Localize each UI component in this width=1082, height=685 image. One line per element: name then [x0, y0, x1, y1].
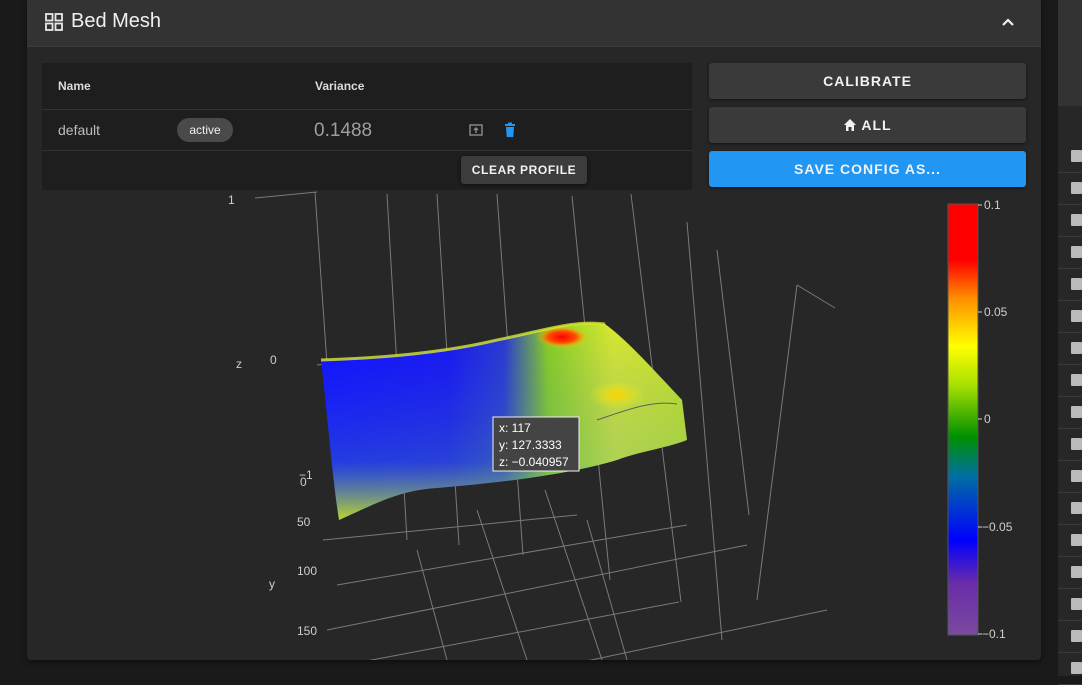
file-row[interactable] — [1058, 397, 1082, 429]
file-row[interactable] — [1058, 461, 1082, 493]
file-icon — [1071, 406, 1082, 418]
file-row[interactable] — [1058, 557, 1082, 589]
column-header-variance: Variance — [315, 79, 365, 93]
mesh-profile-table: Name Variance default active 0.1488 CLEA… — [42, 63, 692, 190]
file-icon — [1071, 438, 1082, 450]
colorbar-tick-label: 0.05 — [984, 305, 1008, 319]
file-icon — [1071, 182, 1082, 194]
file-icon — [1071, 342, 1082, 354]
y-tick-label: 150 — [297, 624, 317, 638]
colorbar-tick-label: 0.1 — [984, 198, 1001, 212]
y-tick-label: 100 — [297, 564, 317, 578]
card-header: Bed Mesh — [27, 0, 1041, 47]
file-icon — [1071, 278, 1082, 290]
clear-profile-button[interactable]: CLEAR PROFILE — [461, 156, 587, 184]
file-row[interactable] — [1058, 365, 1082, 397]
chevron-up-icon[interactable] — [997, 11, 1019, 33]
calibrate-label: CALIBRATE — [823, 73, 912, 89]
tooltip-y: y: 127.3333 — [499, 438, 562, 452]
file-icon — [1071, 534, 1082, 546]
y-axis-label: y — [269, 577, 275, 591]
file-browser-panel — [1058, 0, 1082, 685]
status-badge: active — [177, 118, 233, 142]
file-row[interactable] — [1058, 333, 1082, 365]
y-tick-label: 50 — [297, 515, 311, 529]
file-icon — [1071, 630, 1082, 642]
file-icon — [1071, 566, 1082, 578]
file-icon — [1071, 310, 1082, 322]
file-row[interactable] — [1058, 653, 1082, 685]
card-title: Bed Mesh — [71, 10, 162, 32]
colorbar-tick-label: −0.1 — [982, 627, 1006, 641]
y-tick-label: 0 — [300, 475, 307, 489]
z-tick-label: 0 — [270, 353, 277, 367]
file-row[interactable] — [1058, 269, 1082, 301]
file-icon — [1071, 214, 1082, 226]
divider — [42, 150, 692, 151]
home-all-button[interactable]: ALL — [709, 107, 1026, 143]
file-row[interactable] — [1058, 301, 1082, 333]
file-row[interactable] — [1058, 205, 1082, 237]
save-config-label: SAVE CONFIG AS... — [794, 161, 941, 177]
file-row[interactable] — [1058, 525, 1082, 557]
panel-header — [1058, 0, 1082, 106]
save-config-button[interactable]: SAVE CONFIG AS... — [709, 151, 1026, 187]
tooltip-z: z: −0.040957 — [499, 455, 569, 469]
file-icon — [1071, 374, 1082, 386]
load-profile-icon[interactable] — [467, 121, 485, 139]
file-row[interactable] — [1058, 237, 1082, 269]
z-tick-label: 1 — [228, 193, 235, 207]
bed-mesh-card: Bed Mesh Name Variance default active 0.… — [27, 0, 1041, 660]
file-row[interactable] — [1058, 141, 1082, 173]
file-row[interactable] — [1058, 493, 1082, 525]
file-icon — [1071, 246, 1082, 258]
file-icon — [1071, 662, 1082, 674]
divider — [42, 109, 692, 110]
file-row[interactable] — [1058, 429, 1082, 461]
home-all-label: ALL — [861, 117, 892, 133]
file-row[interactable] — [1058, 173, 1082, 205]
column-header-name: Name — [58, 79, 91, 93]
file-row[interactable] — [1058, 589, 1082, 621]
colorbar-tick-label: 0 — [984, 412, 991, 426]
colorbar: 0.1 0.05 0 −0.05 −0.1 — [947, 198, 1013, 641]
home-icon — [844, 119, 857, 131]
z-axis-label: z — [236, 357, 242, 371]
file-icon — [1071, 470, 1082, 482]
file-icon — [1071, 598, 1082, 610]
colorbar-tick-label: −0.05 — [982, 520, 1013, 534]
file-row[interactable] — [1058, 621, 1082, 653]
delete-icon[interactable] — [501, 121, 519, 139]
hover-tooltip: x: 117 y: 127.3333 z: −0.040957 — [492, 416, 580, 472]
variance-value: 0.1488 — [314, 120, 373, 141]
profile-name: default — [58, 122, 101, 138]
bed-mesh-3d-plot[interactable]: 1 0 −1 z 0 50 100 150 y x: 117 y: 127.33… — [27, 190, 1041, 660]
tooltip-x: x: 117 — [499, 421, 531, 435]
calibrate-button[interactable]: CALIBRATE — [709, 63, 1026, 99]
grid-icon — [45, 13, 63, 31]
file-icon — [1071, 150, 1082, 162]
file-icon — [1071, 502, 1082, 514]
